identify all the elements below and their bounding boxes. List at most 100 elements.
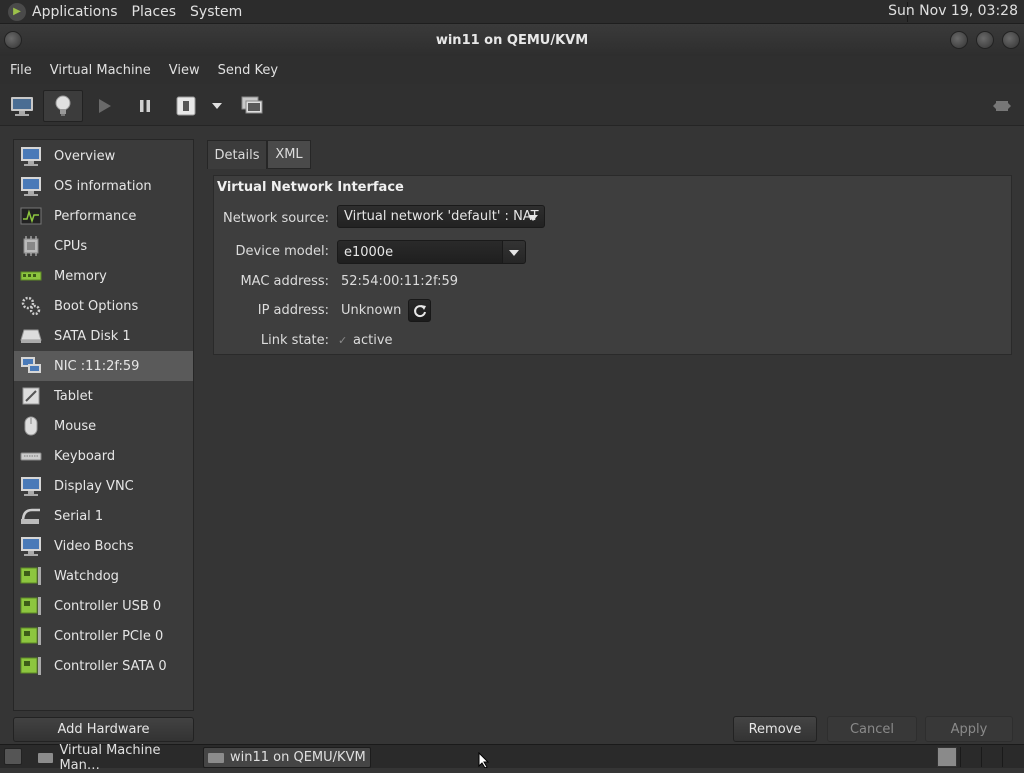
monitor-icon (20, 476, 42, 496)
minimize-button[interactable] (950, 31, 968, 49)
refresh-icon (413, 304, 426, 317)
sidebar-item-memory[interactable]: Memory (14, 261, 193, 291)
window-menu-button[interactable] (4, 31, 22, 49)
performance-graph-icon (20, 206, 42, 226)
tab-details[interactable]: Details (207, 140, 267, 169)
top-panel: ▶ Applications Places System Sun Nov 19,… (0, 0, 1024, 24)
close-button[interactable] (1002, 31, 1020, 49)
show-details-button[interactable] (43, 90, 83, 122)
workspace-switcher-icon[interactable] (937, 747, 957, 767)
network-icon (20, 356, 42, 376)
places-menu[interactable]: Places (132, 4, 177, 20)
pci-card-icon (20, 596, 42, 616)
ip-address-value: Unknown (341, 303, 402, 318)
memory-stick-icon (20, 266, 42, 286)
sidebar-item-overview[interactable]: Overview (14, 141, 193, 171)
menu-virtual-machine[interactable]: Virtual Machine (50, 63, 151, 78)
pci-card-icon (20, 566, 42, 586)
link-state-checkbox[interactable]: ✓ (338, 335, 350, 347)
section-title: Virtual Network Interface (217, 180, 404, 195)
sidebar-item-display-vnc[interactable]: Display VNC (14, 471, 193, 501)
virt-manager-icon (38, 752, 54, 763)
fullscreen-button[interactable] (982, 90, 1022, 122)
apply-button[interactable]: Apply (925, 716, 1013, 742)
window-title: win11 on QEMU/KVM (435, 32, 589, 48)
chevron-down-icon (212, 103, 222, 109)
vm-console-icon (208, 752, 224, 763)
sidebar-item-performance[interactable]: Performance (14, 201, 193, 231)
fullscreen-icon (993, 101, 1011, 111)
tablet-icon (20, 386, 42, 406)
device-model-value: e1000e (344, 244, 394, 260)
cancel-button[interactable]: Cancel (827, 716, 917, 742)
mouse-icon (20, 416, 42, 436)
chevron-down-icon (509, 250, 519, 256)
network-source-value: Virtual network 'default' : NAT (344, 209, 539, 224)
network-source-dropdown[interactable]: Virtual network 'default' : NAT (337, 205, 545, 228)
network-source-label: Network source: (223, 211, 329, 226)
tab-xml[interactable]: XML (267, 140, 311, 169)
distro-logo-icon[interactable]: ▶ (8, 2, 26, 21)
pause-button[interactable] (125, 90, 165, 122)
taskbar-item-virt-manager[interactable]: Virtual Machine Man… (34, 743, 200, 773)
sidebar-item-cpus[interactable]: CPUs (14, 231, 193, 261)
power-icon (176, 96, 196, 116)
sidebar-item-controller-sata-0[interactable]: Controller SATA 0 (14, 651, 193, 681)
link-state-value: active (353, 333, 393, 348)
maximize-button[interactable] (976, 31, 994, 49)
pause-icon (140, 100, 150, 112)
shutdown-menu-dropdown[interactable] (205, 90, 229, 122)
sidebar-item-boot-options[interactable]: Boot Options (14, 291, 193, 321)
hard-disk-icon (20, 326, 42, 346)
sidebar-item-tablet[interactable]: Tablet (14, 381, 193, 411)
sidebar-item-controller-pcie-0[interactable]: Controller PCIe 0 (14, 621, 193, 651)
menu-view[interactable]: View (169, 63, 200, 78)
taskbar: Virtual Machine Man… win11 on QEMU/KVM (0, 743, 1024, 773)
play-icon (99, 99, 111, 113)
device-model-label: Device model: (235, 244, 329, 259)
snapshots-button[interactable] (232, 90, 272, 122)
device-model-dropdown-button[interactable] (502, 240, 526, 264)
monitor-icon (20, 146, 42, 166)
pci-card-icon (20, 626, 42, 646)
workspace-divider (960, 747, 961, 767)
system-menu[interactable]: System (190, 4, 242, 20)
nic-details-panel (213, 175, 1012, 355)
show-desktop-icon[interactable] (4, 748, 22, 765)
monitor-icon (20, 536, 42, 556)
snapshot-monitors-icon (241, 96, 263, 114)
remove-button[interactable]: Remove (733, 716, 817, 742)
device-model-combo-entry[interactable]: e1000e (337, 240, 503, 264)
keyboard-icon (20, 446, 42, 466)
sidebar-item-keyboard[interactable]: Keyboard (14, 441, 193, 471)
hardware-list: Overview OS information Performance CPUs… (13, 139, 194, 711)
menu-file[interactable]: File (10, 63, 32, 78)
workspace-divider (981, 747, 982, 767)
mac-address-value: 52:54:00:11:2f:59 (341, 274, 458, 289)
gears-icon (20, 296, 42, 316)
sidebar-item-mouse[interactable]: Mouse (14, 411, 193, 441)
sidebar-item-sata-disk-1[interactable]: SATA Disk 1 (14, 321, 193, 351)
clock[interactable]: Sun Nov 19, 03:28 (888, 3, 1018, 19)
serial-port-icon (20, 506, 42, 526)
refresh-ip-button[interactable] (408, 299, 431, 322)
sidebar-item-video-bochs[interactable]: Video Bochs (14, 531, 193, 561)
sidebar-item-watchdog[interactable]: Watchdog (14, 561, 193, 591)
sidebar-item-nic[interactable]: NIC :11:2f:59 (14, 351, 193, 381)
show-console-button[interactable] (2, 90, 42, 122)
menu-send-key[interactable]: Send Key (218, 63, 278, 78)
window-title-bar[interactable]: win11 on QEMU/KVM (0, 24, 1024, 56)
ip-address-label: IP address: (257, 303, 329, 318)
add-hardware-button[interactable]: Add Hardware (13, 717, 194, 742)
run-button[interactable] (84, 90, 124, 122)
applications-menu[interactable]: Applications (32, 4, 118, 20)
shutdown-button[interactable] (166, 90, 206, 122)
sidebar-item-os-information[interactable]: OS information (14, 171, 193, 201)
mouse-cursor-icon (478, 752, 490, 768)
workspace-divider (1002, 747, 1003, 767)
sidebar-item-serial-1[interactable]: Serial 1 (14, 501, 193, 531)
chevron-down-icon (528, 215, 538, 221)
mac-address-label: MAC address: (240, 274, 329, 289)
taskbar-item-win11[interactable]: win11 on QEMU/KVM (203, 747, 371, 768)
sidebar-item-controller-usb-0[interactable]: Controller USB 0 (14, 591, 193, 621)
